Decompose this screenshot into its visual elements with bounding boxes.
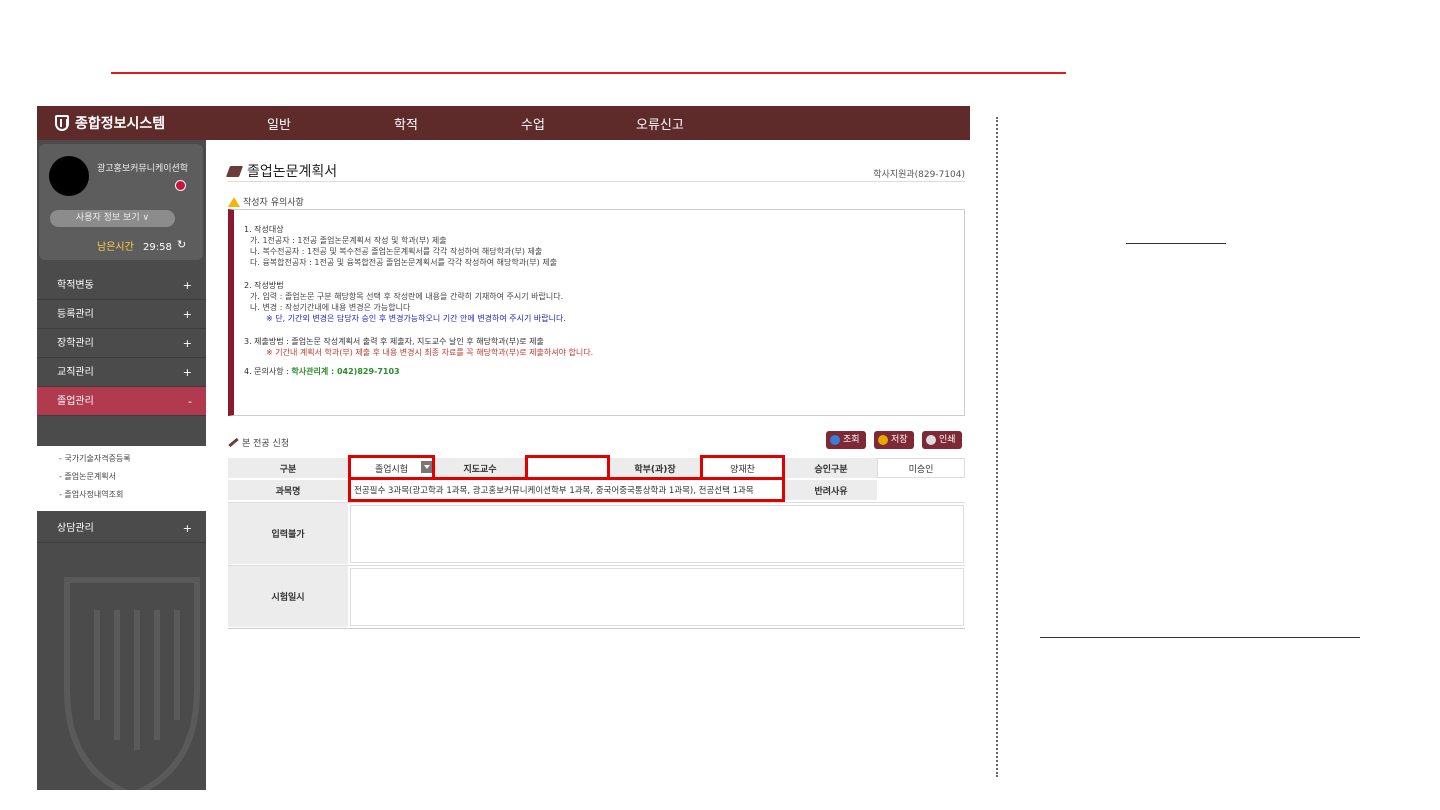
form-row-3: 입력불가 <box>228 502 965 564</box>
timer-label: 남은시간 <box>97 242 134 253</box>
approval-label: 승인구분 <box>785 458 877 478</box>
exam-date-textarea[interactable] <box>350 568 964 626</box>
input-disabled-label: 입력불가 <box>228 503 348 564</box>
course-label: 과목명 <box>228 480 348 500</box>
user-department: 광고홍보커뮤니케이션학 <box>97 164 189 174</box>
save-icon <box>878 435 888 445</box>
approval-status: 미승인 <box>877 458 965 478</box>
submenu-item-certificate[interactable]: - 국가기술자격증등록 <box>37 450 206 468</box>
dotted-divider <box>996 117 998 777</box>
reject-reason-label: 반려사유 <box>785 480 877 500</box>
book-icon <box>225 165 244 177</box>
menu-class[interactable]: 수업 <box>521 114 545 133</box>
sidebar-item-academic-change[interactable]: 학적변동 + <box>37 271 206 300</box>
sidebar-item-registration[interactable]: 등록관리 + <box>37 300 206 329</box>
menu-general[interactable]: 일반 <box>267 114 291 133</box>
warning-icon <box>228 196 240 207</box>
timer-value: 29:58 <box>143 242 172 253</box>
advisor-label: 지도교수 <box>435 458 525 478</box>
notice-s2-b: 나. 변경 : 작성기간내에 내용 변경은 가능합니다 <box>250 303 411 312</box>
university-emblem-watermark <box>64 577 200 790</box>
menu-academic[interactable]: 학적 <box>394 114 418 133</box>
search-icon <box>830 435 840 445</box>
sidebar-item-counseling[interactable]: 상담관리 + <box>37 514 206 543</box>
expand-icon: + <box>182 366 192 379</box>
notice-box: 1. 작성대상 가. 1전공자 : 1전공 졸업논문계획서 작성 및 학과(부)… <box>228 209 965 416</box>
page-title: 졸업논문계획서 <box>225 161 338 181</box>
sidebar: 광고홍보커뮤니케이션학 사용자 정보 보기 ∨ 남은시간 29:58 ↻ 학적변… <box>37 140 206 790</box>
page-title-text: 졸업논문계획서 <box>247 164 338 180</box>
notice-s1-c: 다. 융복합전공자 : 1전공 및 융복합전공 졸업논문계획서를 각각 작성하여… <box>250 258 557 267</box>
sidebar-item-label: 장학관리 <box>57 338 94 349</box>
sidebar-item-label: 등록관리 <box>57 309 94 320</box>
logout-icon[interactable] <box>175 180 186 191</box>
red-divider-line <box>111 72 1066 74</box>
notice-s3-title: 3. 제출방법 : 졸업논문 작성계획서 출력 후 제출자, 지도교수 날인 후… <box>244 337 544 346</box>
notice-heading: 작성자 유의사항 <box>228 195 304 208</box>
sidebar-item-label: 교직관리 <box>57 367 94 378</box>
notice-s4-value: 학사관리계 : 042)829-7103 <box>291 367 400 376</box>
search-button-label: 조회 <box>843 435 860 445</box>
notice-s3-note: ※ 기간내 계획서 학과(부) 제출 후 내용 변경시 최종 자료를 꼭 해당학… <box>266 348 594 357</box>
form-row-4: 시험일시 <box>228 565 965 627</box>
printer-icon <box>926 435 936 445</box>
top-navigation-bar: 종합정보시스템 일반 학적 수업 오류신고 <box>37 106 970 140</box>
expand-icon: + <box>182 279 192 292</box>
print-button[interactable]: 인쇄 <box>922 431 962 449</box>
main-content: 졸업논문계획서 학사지원과(829-7104) 작성자 유의사항 1. 작성대상… <box>206 140 970 790</box>
notice-s2-note: ※ 단, 기간외 변경은 담당자 승인 후 변경가능하오니 기간 안에 변경하여… <box>266 314 566 323</box>
save-button[interactable]: 저장 <box>874 431 914 449</box>
shield-logo-icon <box>55 115 69 131</box>
pencil-icon <box>228 437 239 448</box>
annotation-line-long <box>1040 637 1360 638</box>
submenu-item-graduation-review[interactable]: - 졸업사정내역조회 <box>37 486 206 504</box>
user-info-button[interactable]: 사용자 정보 보기 ∨ <box>50 210 175 227</box>
sidebar-item-scholarship[interactable]: 장학관리 + <box>37 329 206 358</box>
session-timer: 남은시간 29:58 <box>97 238 172 253</box>
app-window: 종합정보시스템 일반 학적 수업 오류신고 광고홍보커뮤니케이션학 사용자 정보… <box>37 106 970 790</box>
section-heading: 본 전공 신청 <box>228 436 289 449</box>
graduation-submenu: - 국가기술자격증등록 - 졸업논문계획서 - 졸업사정내역조회 <box>37 446 206 511</box>
notice-s4: 4. 문의사항 : 학사관리계 : 042)829-7103 <box>244 366 954 377</box>
notice-s2-title: 2. 작성방법 <box>244 281 284 290</box>
department-contact: 학사지원과(829-7104) <box>873 170 965 180</box>
highlight-course <box>348 477 785 502</box>
type-label: 구분 <box>228 458 348 478</box>
notice-s1-title: 1. 작성대상 <box>244 225 284 234</box>
exam-date-label: 시험일시 <box>228 566 348 627</box>
refresh-icon[interactable]: ↻ <box>177 238 186 251</box>
system-title: 종합정보시스템 <box>75 116 166 132</box>
section-heading-text: 본 전공 신청 <box>242 439 290 449</box>
expand-icon: + <box>182 308 192 321</box>
sidebar-item-label: 학적변동 <box>57 280 94 291</box>
expand-icon: + <box>182 522 192 535</box>
reject-reason-value <box>877 480 965 500</box>
sidebar-item-label: 상담관리 <box>57 523 94 534</box>
annotation-line-short <box>1126 243 1226 244</box>
notice-s1-a: 가. 1전공자 : 1전공 졸업논문계획서 작성 및 학과(부) 제출 <box>250 236 447 245</box>
title-divider <box>228 181 965 182</box>
sidebar-item-label: 졸업관리 <box>57 396 94 407</box>
system-logo[interactable]: 종합정보시스템 <box>55 113 165 133</box>
notice-heading-text: 작성자 유의사항 <box>243 198 304 208</box>
notice-s2-a: 가. 입력 : 졸업논문 구분 해당항목 선택 후 작성란에 내용을 간략히 기… <box>250 292 564 301</box>
chair-label: 학부(과)장 <box>610 458 700 478</box>
sidebar-item-teaching[interactable]: 교직관리 + <box>37 358 206 387</box>
expand-icon: + <box>182 337 192 350</box>
menu-error-report[interactable]: 오류신고 <box>636 114 684 133</box>
collapse-icon: - <box>188 395 192 408</box>
form-bottom-rule <box>228 628 965 629</box>
user-profile-box: 광고홍보커뮤니케이션학 사용자 정보 보기 ∨ 남은시간 29:58 ↻ <box>39 144 203 260</box>
print-button-label: 인쇄 <box>939 435 956 445</box>
plan-textarea[interactable] <box>350 505 964 563</box>
sidebar-item-graduation[interactable]: 졸업관리 - <box>37 387 206 416</box>
search-button[interactable]: 조회 <box>826 431 866 449</box>
notice-s1-b: 나. 복수전공자 : 1전공 및 복수전공 졸업논문계획서를 각각 작성하여 해… <box>250 247 543 256</box>
avatar <box>49 156 89 196</box>
save-button-label: 저장 <box>891 435 908 445</box>
submenu-item-thesis-plan[interactable]: - 졸업논문계획서 <box>37 468 206 486</box>
notice-s4-label: 4. 문의사항 : <box>244 367 292 376</box>
